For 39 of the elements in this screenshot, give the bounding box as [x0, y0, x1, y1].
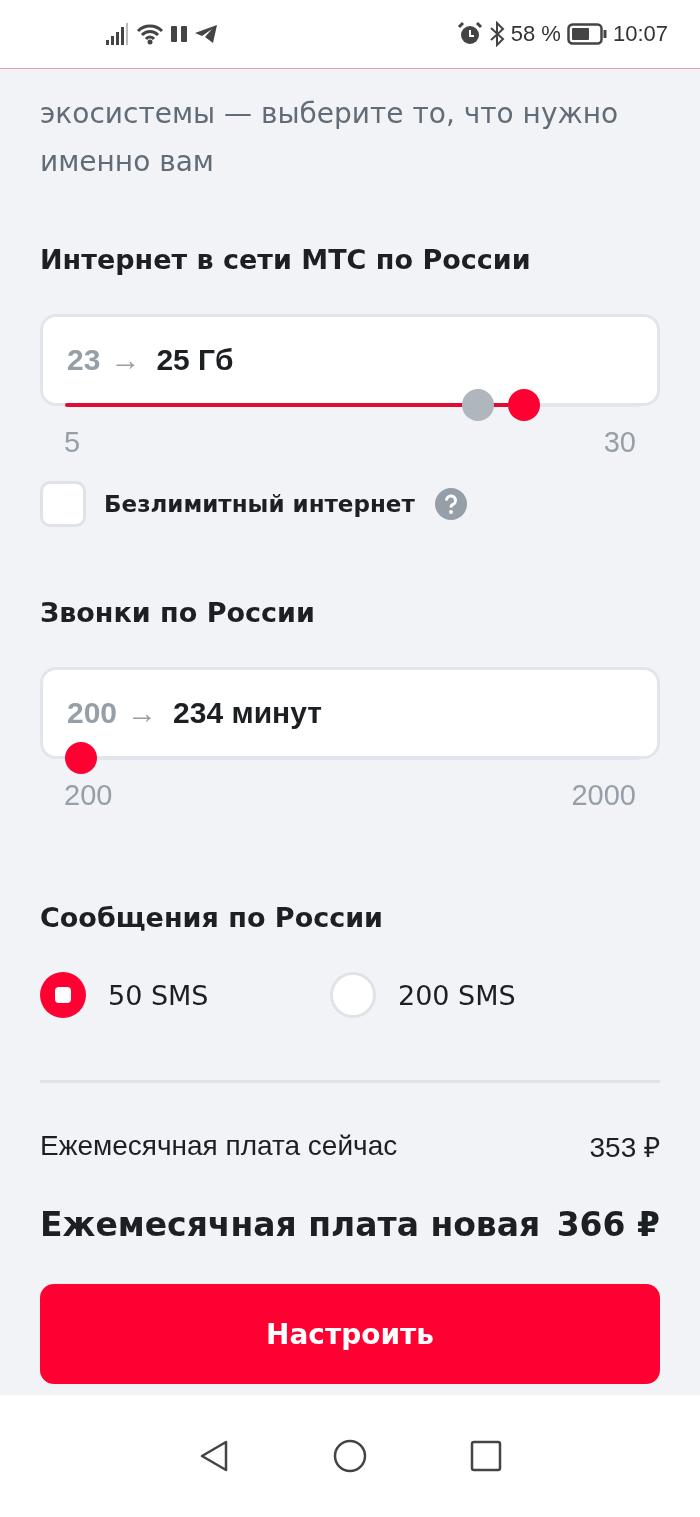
- radio-button[interactable]: [330, 972, 376, 1018]
- checkbox-label: Безлимитный интернет: [104, 491, 415, 517]
- paper-plane-icon: [194, 24, 218, 44]
- arrow-text: →: [127, 696, 158, 730]
- radio-button[interactable]: [40, 972, 86, 1018]
- clock-time: 10:07: [612, 21, 668, 47]
- description-text: экосистемы — выберите то, что нужно именно вам: [40, 96, 620, 180]
- min-label: 200: [64, 779, 113, 812]
- configure-button[interactable]: Настроить: [40, 1284, 660, 1384]
- old-value: 200: [67, 696, 118, 730]
- price-label: Ежемесячная плата новая: [40, 1205, 541, 1244]
- min-label: 5: [64, 426, 81, 459]
- recents-icon[interactable]: [468, 1438, 504, 1474]
- home-icon[interactable]: [332, 1438, 368, 1474]
- section-title: Сообщения по России: [40, 901, 385, 935]
- max-label: 2000: [571, 779, 636, 812]
- max-label: 30: [603, 426, 636, 459]
- checkbox[interactable]: [40, 481, 86, 527]
- alarm-clock-icon: [456, 21, 483, 47]
- pause-icon: [170, 25, 188, 43]
- section-title: Интернет в сети МТС по России: [40, 243, 532, 277]
- section-title: Звонки по России: [40, 596, 316, 630]
- new-value: 25 Гб: [156, 343, 234, 377]
- arrow-text: →: [110, 343, 141, 377]
- radio-option[interactable]: 200 SMS: [330, 972, 620, 1018]
- old-value: 23: [67, 343, 101, 377]
- price-value: 366 ₽: [556, 1205, 660, 1244]
- bluetooth-icon: [488, 21, 505, 47]
- price-value: 353 ₽: [589, 1131, 660, 1165]
- radio-option[interactable]: 50 SMS: [40, 972, 330, 1018]
- wifi-icon: [136, 23, 164, 45]
- price-label: Ежемесячная плата сейчас: [40, 1130, 398, 1162]
- signal-icon: [106, 23, 130, 45]
- slider-thumb[interactable]: [65, 742, 97, 774]
- battery-icon: [566, 23, 607, 45]
- help-icon[interactable]: [434, 488, 467, 520]
- slider-thumb[interactable]: [508, 389, 541, 421]
- battery-percent: 58 %: [510, 21, 561, 47]
- new-value: 234 минут: [173, 696, 322, 730]
